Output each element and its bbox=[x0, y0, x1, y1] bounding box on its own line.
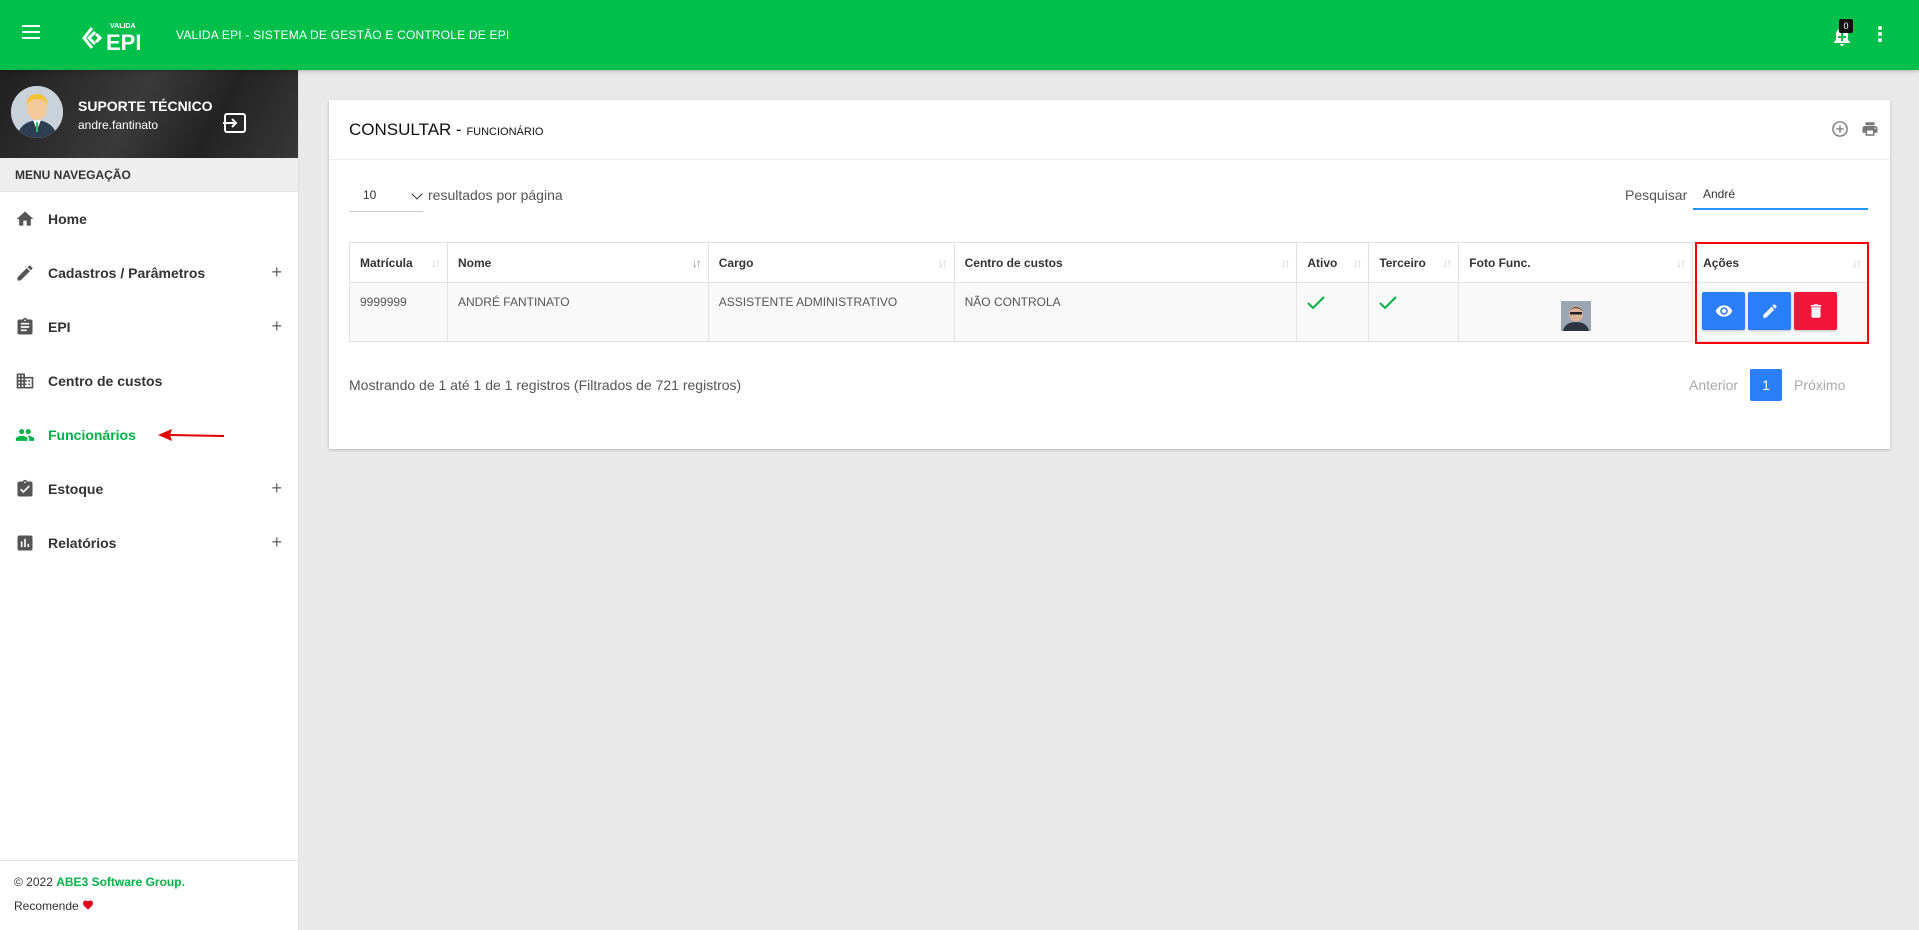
clipboard-check-icon bbox=[14, 478, 36, 500]
sidebar-item-relatorios[interactable]: Relatórios + bbox=[0, 516, 298, 570]
column-header[interactable]: Matrícula ↓↑ bbox=[349, 242, 448, 283]
svg-text:VALIDA: VALIDA bbox=[110, 23, 136, 30]
cell-cargo: ASSISTENTE ADMINISTRATIVO bbox=[707, 282, 955, 342]
edit-button[interactable] bbox=[1748, 292, 1792, 330]
sidebar-item-label: Relatórios bbox=[48, 535, 117, 551]
nav-header: MENU NAVEGAÇÃO bbox=[0, 158, 298, 192]
sidebar-item-label: Funcionários bbox=[48, 427, 136, 443]
pagination-page[interactable]: 1 bbox=[1750, 369, 1783, 401]
employee-list-card: CONSULTAR - FUNCIONÁRIO 10 resultados po… bbox=[329, 100, 1890, 449]
pagination-next[interactable]: Próximo bbox=[1794, 377, 1845, 393]
sidebar-item-epi[interactable]: EPI + bbox=[0, 300, 298, 354]
cell-ativo bbox=[1296, 282, 1370, 342]
print-icon[interactable] bbox=[1861, 120, 1879, 138]
app-title: VALIDA EPI - SISTEMA DE GESTÃO E CONTROL… bbox=[176, 28, 510, 42]
table-info: Mostrando de 1 até 1 de 1 registros (Fil… bbox=[349, 377, 742, 393]
sidebar-item-label: EPI bbox=[48, 319, 71, 335]
expand-plus-icon[interactable]: + bbox=[271, 263, 282, 281]
sort-icon[interactable]: ↓↑ bbox=[1352, 256, 1362, 270]
user-login: andre.fantinato bbox=[78, 118, 159, 132]
check-icon bbox=[1307, 295, 1326, 311]
sidebar-item-label: Estoque bbox=[48, 481, 104, 497]
company-link[interactable]: ABE3 Software Group. bbox=[56, 875, 185, 889]
hamburger-menu-icon[interactable] bbox=[22, 25, 40, 39]
column-header[interactable]: Foto Func. ↓↑ bbox=[1458, 242, 1694, 283]
user-panel: SUPORTE TÉCNICO andre.fantinato bbox=[0, 70, 298, 158]
column-header[interactable]: Terceiro ↓↑ bbox=[1368, 242, 1460, 283]
sort-icon[interactable]: ↓↑ bbox=[692, 256, 702, 270]
card-header: CONSULTAR - FUNCIONÁRIO bbox=[329, 100, 1890, 160]
people-icon bbox=[14, 424, 36, 446]
pagination: Anterior 1 Próximo bbox=[1689, 369, 1845, 401]
heart-icon[interactable] bbox=[82, 899, 94, 913]
svg-text:EPI: EPI bbox=[106, 30, 141, 55]
page-length-select[interactable]: 10 bbox=[349, 180, 423, 212]
recommend-text: Recomende bbox=[14, 899, 83, 913]
cell-centro-custos: NÃO CONTROLA bbox=[953, 282, 1298, 342]
sort-icon[interactable]: ↓↑ bbox=[1676, 256, 1686, 270]
copyright-text: © 2022 bbox=[14, 875, 57, 889]
user-avatar bbox=[11, 86, 63, 138]
cell-foto bbox=[1458, 282, 1694, 342]
cell-nome: ANDRÉ FANTINATO bbox=[446, 282, 709, 342]
pencil-icon bbox=[14, 262, 36, 284]
sidebar-item-estoque[interactable]: Estoque + bbox=[0, 462, 298, 516]
bar-chart-icon bbox=[14, 532, 36, 554]
sidebar-item-label: Cadastros / Parâmetros bbox=[48, 265, 206, 281]
sidebar-item-funcionarios[interactable]: Funcionários bbox=[0, 408, 298, 462]
sidebar-footer: © 2022 ABE3 Software Group. Recomende bbox=[0, 860, 298, 913]
search-input[interactable] bbox=[1693, 180, 1868, 210]
valida-epi-logo[interactable]: VALIDA EPI bbox=[82, 20, 152, 56]
page-title: CONSULTAR - FUNCIONÁRIO bbox=[349, 120, 544, 139]
clipboard-icon bbox=[14, 316, 36, 338]
delete-button[interactable] bbox=[1794, 292, 1838, 330]
red-arrow-annotation bbox=[158, 429, 225, 441]
column-header[interactable]: Ações ↓↑ bbox=[1692, 242, 1869, 283]
cell-acoes bbox=[1692, 282, 1869, 342]
pagination-previous[interactable]: Anterior bbox=[1689, 377, 1738, 393]
add-circle-icon[interactable] bbox=[1831, 120, 1849, 138]
column-header[interactable]: Cargo ↓↑ bbox=[707, 242, 955, 283]
sort-icon[interactable]: ↓↑ bbox=[938, 256, 948, 270]
logout-icon[interactable] bbox=[222, 112, 248, 134]
employee-photo[interactable] bbox=[1560, 301, 1591, 331]
page-length-label: resultados por página bbox=[428, 187, 563, 203]
sidebar-item-label: Home bbox=[48, 211, 87, 227]
top-app-bar: VALIDA EPI VALIDA EPI - SISTEMA DE GESTÃ… bbox=[0, 0, 1919, 70]
expand-plus-icon[interactable]: + bbox=[271, 479, 282, 497]
sidebar-item-cadastros[interactable]: Cadastros / Parâmetros + bbox=[0, 246, 298, 300]
column-header[interactable]: Nome ↓↑ bbox=[446, 242, 709, 283]
view-button[interactable] bbox=[1702, 292, 1746, 330]
more-vert-icon[interactable] bbox=[1876, 26, 1884, 46]
home-icon bbox=[14, 208, 36, 230]
user-name: SUPORTE TÉCNICO bbox=[78, 98, 213, 114]
cell-matricula: 9999999 bbox=[349, 282, 448, 342]
sidebar-item-centro-custos[interactable]: Centro de custos bbox=[0, 354, 298, 408]
table-row: 9999999 ANDRÉ FANTINATO ASSISTENTE ADMIN… bbox=[349, 282, 1869, 342]
sidebar-item-home[interactable]: Home bbox=[0, 192, 298, 246]
column-header[interactable]: Centro de custos ↓↑ bbox=[953, 242, 1298, 283]
table-header-row: Matrícula ↓↑ Nome ↓↑ Cargo ↓↑ Centro de cus… bbox=[349, 242, 1869, 283]
sort-icon[interactable]: ↓↑ bbox=[1280, 256, 1290, 270]
building-icon bbox=[14, 370, 36, 392]
employee-table: Matrícula ↓↑ Nome ↓↑ Cargo ↓↑ Centro de cus… bbox=[349, 242, 1869, 342]
sidebar: SUPORTE TÉCNICO andre.fantinato MENU NAV… bbox=[0, 70, 299, 930]
cell-terceiro bbox=[1368, 282, 1460, 342]
sort-icon[interactable]: ↓↑ bbox=[431, 256, 441, 270]
sort-icon[interactable]: ↓↑ bbox=[1852, 256, 1862, 270]
sidebar-item-label: Centro de custos bbox=[48, 373, 163, 389]
check-icon bbox=[1379, 295, 1398, 311]
notification-count-badge: 0 bbox=[1839, 19, 1853, 33]
page-subtitle: FUNCIONÁRIO bbox=[466, 126, 544, 138]
expand-plus-icon[interactable]: + bbox=[271, 533, 282, 551]
chevron-down-icon bbox=[411, 188, 423, 200]
search-label: Pesquisar bbox=[1625, 187, 1688, 203]
sort-icon[interactable]: ↓↑ bbox=[1442, 256, 1452, 270]
column-header[interactable]: Ativo ↓↑ bbox=[1296, 242, 1370, 283]
expand-plus-icon[interactable]: + bbox=[271, 317, 282, 335]
